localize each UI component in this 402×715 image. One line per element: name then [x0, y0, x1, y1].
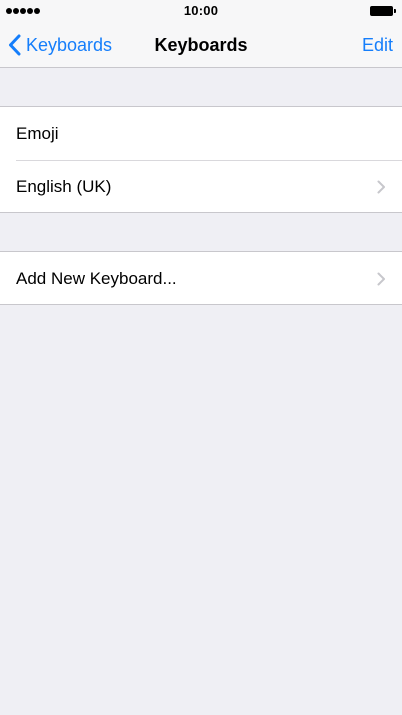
keyboard-item-label: Emoji	[16, 123, 59, 143]
keyboard-item-label: English (UK)	[16, 176, 112, 196]
chevron-left-icon	[8, 34, 26, 56]
status-bar: 10:00	[0, 0, 402, 22]
keyboards-list: Emoji English (UK)	[0, 106, 402, 213]
keyboard-item-emoji[interactable]: Emoji	[0, 107, 402, 160]
chevron-right-icon	[377, 272, 386, 286]
battery-icon	[370, 6, 396, 16]
top-bar: 10:00 Keyboards Keyboards Edit	[0, 0, 402, 68]
page-title: Keyboards	[154, 35, 248, 55]
status-time: 10:00	[183, 3, 219, 18]
navigation-bar: Keyboards Keyboards Edit	[0, 22, 402, 68]
add-new-keyboard-button[interactable]: Add New Keyboard...	[0, 252, 402, 305]
keyboard-item-english-uk[interactable]: English (UK)	[0, 160, 402, 213]
chevron-right-icon	[377, 180, 386, 194]
edit-button[interactable]: Edit	[362, 35, 393, 56]
add-keyboard-group: Add New Keyboard...	[0, 251, 402, 305]
add-new-keyboard-label: Add New Keyboard...	[16, 268, 177, 288]
back-button[interactable]: Keyboards	[8, 32, 112, 58]
